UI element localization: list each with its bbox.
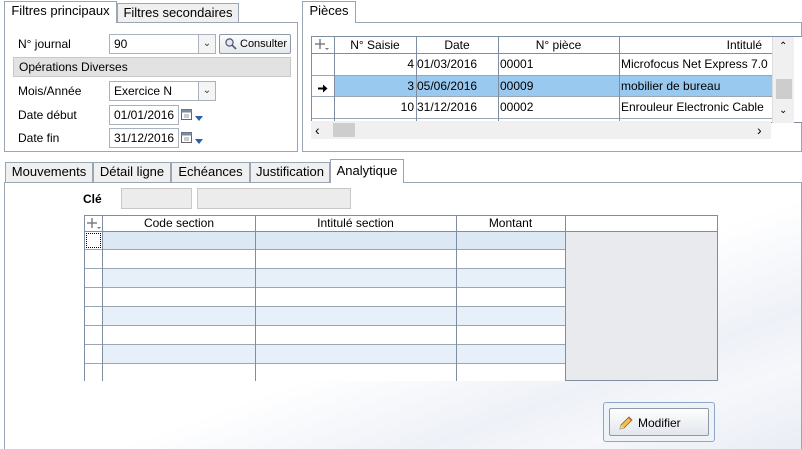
tab-filtres-secondaires[interactable]: Filtres secondaires xyxy=(117,3,239,23)
table-row[interactable]: 3 05/06/2016 00009 mobilier de bureau xyxy=(312,76,772,96)
tab-echeances[interactable]: Echéances xyxy=(171,162,250,182)
period-value: Exercice N xyxy=(114,84,173,98)
period-dropdown-button[interactable]: ⌄ xyxy=(198,81,216,101)
scroll-thumb[interactable] xyxy=(333,123,355,137)
tab-label: Détail ligne xyxy=(99,164,165,179)
vertical-scrollbar[interactable]: ⌃ ⌄ xyxy=(772,37,794,123)
intitule-cell: Microfocus Net Express 7.0 xyxy=(621,57,768,71)
horizontal-scrollbar[interactable]: ‹ › xyxy=(311,121,771,139)
start-date-label: Date début xyxy=(18,108,77,122)
column-header[interactable]: Intitulé section xyxy=(255,216,456,230)
table-row[interactable] xyxy=(103,307,565,325)
saisie-cell: 4 xyxy=(407,57,414,71)
end-date-label: Date fin xyxy=(18,131,60,145)
date-cell: 05/06/2016 xyxy=(417,79,478,93)
calendar-icon[interactable] xyxy=(181,131,192,143)
start-date-field[interactable]: 01/01/2016 xyxy=(109,105,179,125)
chevron-down-icon[interactable]: ⌄ xyxy=(779,105,787,116)
tab-mouvements[interactable]: Mouvements xyxy=(5,162,93,182)
modifier-button[interactable]: Modifier xyxy=(609,408,709,436)
add-row-icon[interactable] xyxy=(86,217,102,230)
analytique-panel: Clé Code section Intitulé section Montan… xyxy=(4,182,802,449)
journal-value: 90 xyxy=(114,37,128,51)
pencil-icon xyxy=(618,415,634,431)
focus-cell-marker xyxy=(86,233,101,248)
journal-label: N° journal xyxy=(18,37,71,51)
piece-cell: 00002 xyxy=(500,100,534,114)
tab-label: Justification xyxy=(256,164,324,179)
chevron-up-icon[interactable]: ⌃ xyxy=(779,41,787,52)
period-label: Mois/Année xyxy=(18,84,82,98)
column-header[interactable]: Montant xyxy=(456,216,565,230)
table-row[interactable] xyxy=(103,326,565,344)
tab-label: Pièces xyxy=(309,3,349,18)
column-header[interactable]: N° Saisie xyxy=(334,38,416,52)
analytique-grid: Code section Intitulé section Montant xyxy=(84,215,718,381)
key-label: Clé xyxy=(83,192,102,206)
add-row-icon[interactable] xyxy=(314,38,330,51)
piece-cell: 00009 xyxy=(500,79,534,93)
end-date-field[interactable]: 31/12/2016 xyxy=(109,128,179,148)
tab-filtres-principaux[interactable]: Filtres principaux xyxy=(4,1,117,23)
journal-select[interactable]: 90 xyxy=(109,34,199,54)
date-cell: 01/03/2016 xyxy=(417,57,478,71)
tab-analytique[interactable]: Analytique xyxy=(330,159,404,183)
tab-label: Echéances xyxy=(178,164,243,179)
table-row[interactable] xyxy=(103,345,565,363)
table-row[interactable]: 4 01/03/2016 00001 Microfocus Net Expres… xyxy=(312,54,772,75)
consulter-label: Consulter xyxy=(240,38,288,50)
caret-down-icon[interactable] xyxy=(195,134,203,144)
table-row[interactable] xyxy=(103,364,565,381)
tab-label: Filtres secondaires xyxy=(123,5,233,20)
pieces-grid: N° Saisie Date N° pièce Intitulé 4 01/03… xyxy=(311,36,802,123)
scroll-thumb[interactable] xyxy=(776,79,792,99)
calendar-icon[interactable] xyxy=(181,108,192,120)
pieces-panel: N° Saisie Date N° pièce Intitulé 4 01/03… xyxy=(302,22,802,152)
column-header[interactable]: Date xyxy=(416,38,498,52)
modifier-label: Modifier xyxy=(638,416,681,430)
journal-dropdown-button[interactable]: ⌄ xyxy=(198,34,216,54)
chevron-down-icon: ⌄ xyxy=(202,85,212,96)
saisie-cell: 10 xyxy=(400,100,414,114)
tab-justification[interactable]: Justification xyxy=(250,162,330,182)
table-row[interactable] xyxy=(103,232,565,249)
table-row[interactable] xyxy=(103,288,565,306)
period-select[interactable]: Exercice N xyxy=(109,81,199,101)
table-row[interactable]: 10 31/12/2016 00002 Enrouleur Electronic… xyxy=(312,97,772,118)
magnifier-icon xyxy=(224,37,237,50)
saisie-cell: 3 xyxy=(407,79,414,93)
chevron-left-icon[interactable]: ‹ xyxy=(315,121,320,139)
tab-label: Mouvements xyxy=(11,164,87,179)
filters-panel: N° journal 90 ⌄ Consulter Opérations Div… xyxy=(4,22,298,152)
table-row[interactable] xyxy=(103,250,565,268)
journal-name: Opérations Diverses xyxy=(19,60,128,74)
consulter-button[interactable]: Consulter xyxy=(219,34,291,54)
tab-label: Analytique xyxy=(336,163,398,178)
table-body xyxy=(85,232,565,381)
start-date-value: 01/01/2016 xyxy=(114,108,175,122)
chevron-right-icon[interactable]: › xyxy=(757,121,762,139)
journal-name-bar: Opérations Diverses xyxy=(13,57,291,77)
piece-cell: 00001 xyxy=(500,57,534,71)
caret-down-icon[interactable] xyxy=(195,111,203,121)
row-pointer-icon xyxy=(318,82,328,93)
key-description-field xyxy=(197,188,351,209)
tab-detail-ligne[interactable]: Détail ligne xyxy=(93,162,171,182)
end-date-value: 31/12/2016 xyxy=(114,131,175,145)
tab-pieces[interactable]: Pièces xyxy=(302,1,356,23)
intitule-cell: mobilier de bureau xyxy=(621,79,721,93)
intitule-cell: Enrouleur Electronic Cable xyxy=(621,100,764,114)
column-header[interactable]: Code section xyxy=(103,216,255,230)
chevron-down-icon: ⌄ xyxy=(202,38,212,49)
column-header[interactable]: N° pièce xyxy=(498,38,619,52)
key-field[interactable] xyxy=(121,188,192,209)
tab-label: Filtres principaux xyxy=(11,3,110,18)
table-row[interactable] xyxy=(103,269,565,287)
column-header[interactable]: Intitulé xyxy=(622,38,762,52)
date-cell: 31/12/2016 xyxy=(417,100,478,114)
